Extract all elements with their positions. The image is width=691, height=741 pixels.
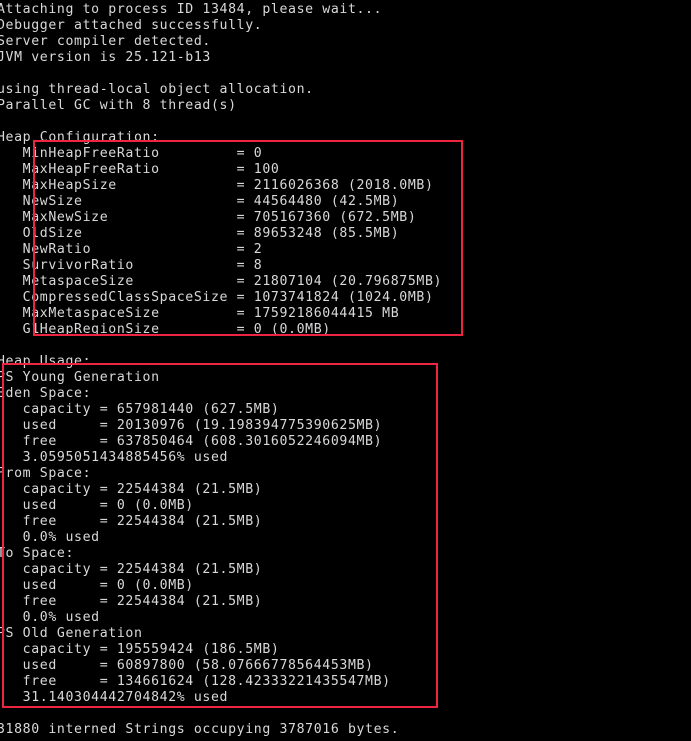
terminal-window[interactable]: Attaching to process ID 13484, please wa… xyxy=(0,0,691,741)
console-output-text: Attaching to process ID 13484, please wa… xyxy=(0,2,443,737)
